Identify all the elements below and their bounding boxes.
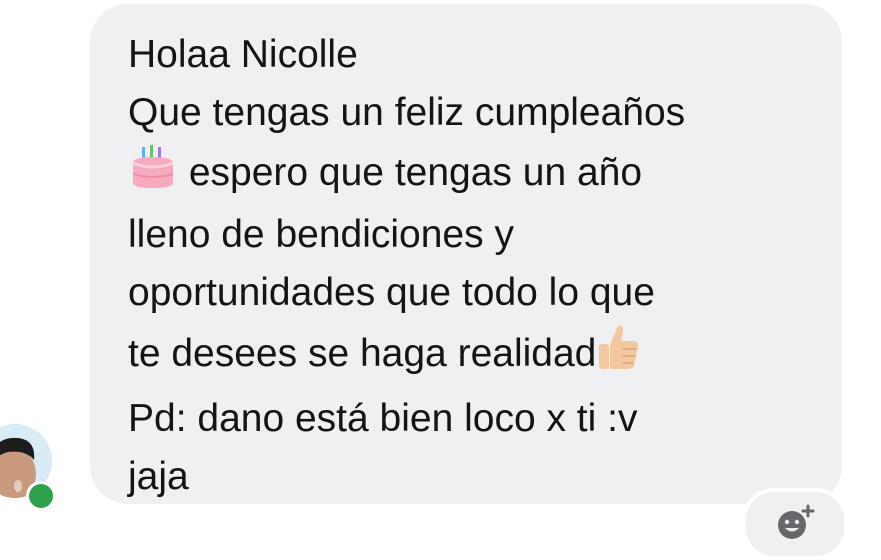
- message-line-6: te desees se haga realidad: [128, 322, 812, 389]
- birthday-cake-icon: [128, 143, 178, 206]
- message-bubble[interactable]: Holaa Nicolle Que tengas un feliz cumple…: [90, 4, 842, 504]
- message-line-5: oportunidades que todo lo que: [128, 271, 655, 315]
- message-line-3: espero que tengas un año: [128, 143, 812, 206]
- add-reaction-icon: [775, 503, 815, 546]
- message-line-6-text: te desees se haga realidad: [128, 332, 597, 376]
- online-status-dot: [26, 481, 56, 511]
- message-line-7: Pd: dano está bien loco x ti :v: [128, 396, 638, 440]
- message-line-4: lleno de bendiciones y: [128, 212, 514, 256]
- add-reaction-button[interactable]: [742, 488, 848, 560]
- message-line-2: Que tengas un feliz cumpleaños: [128, 91, 686, 135]
- message-line-1: Holaa Nicolle: [128, 33, 358, 76]
- thumbs-up-icon: [596, 322, 640, 389]
- message-line-8: jaja: [128, 455, 189, 499]
- message-line-3-text: espero que tengas un año: [188, 150, 643, 194]
